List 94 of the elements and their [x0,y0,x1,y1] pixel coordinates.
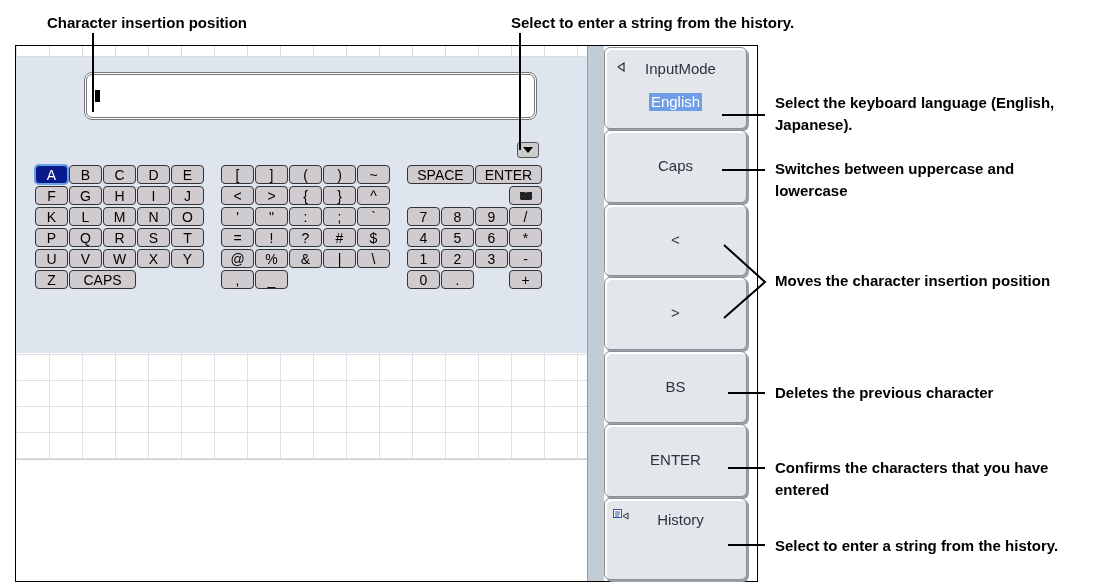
keyboard-key[interactable]: ' [221,207,254,226]
callout-label: Select to enter a string from the history. [511,13,795,33]
keyboard-key[interactable]: ( [289,165,322,184]
text-cursor [95,90,100,102]
keyboard-key[interactable]: ^ [357,186,390,205]
keyboard-key[interactable]: _ [255,270,288,289]
keyboard-key[interactable]: H [103,186,136,205]
softkey-button[interactable]: ENTER [604,424,747,497]
keyboard-key[interactable]: J [171,186,204,205]
keyboard-key[interactable]: I [137,186,170,205]
keyboard-key[interactable]: : [289,207,322,226]
keyboard-key[interactable]: P [35,228,68,247]
softkey-button[interactable]: > [604,277,747,350]
keyboard-key[interactable]: * [509,228,542,247]
keyboard-key[interactable]: . [441,270,474,289]
keyboard-key[interactable]: 1 [407,249,440,268]
keyboard-key[interactable]: 0 [407,270,440,289]
keyboard-key[interactable]: 6 [475,228,508,247]
keyboard-key[interactable]: ] [255,165,288,184]
keyboard-key[interactable]: ; [323,207,356,226]
keyboard-key[interactable]: % [255,249,288,268]
list-icon [613,508,629,521]
keyboard-key[interactable]: 3 [475,249,508,268]
keyboard-key[interactable]: CAPS [69,270,136,289]
keyboard-key[interactable]: F [35,186,68,205]
keyboard-key[interactable]: V [69,249,102,268]
keyboard-key[interactable]: { [289,186,322,205]
keyboard-key[interactable]: 4 [407,228,440,247]
keyboard-key[interactable]: O [171,207,204,226]
keyboard-key[interactable]: Z [35,270,68,289]
keyboard-key[interactable]: G [69,186,102,205]
keyboard-key[interactable]: T [171,228,204,247]
keyboard-key[interactable]: K [35,207,68,226]
keyboard-key[interactable]: Y [171,249,204,268]
keyboard-key[interactable]: } [323,186,356,205]
keyboard-key[interactable]: R [103,228,136,247]
keyboard-key[interactable]: $ [357,228,390,247]
keyboard-key[interactable]: > [255,186,288,205]
keyboard-key[interactable]: ? [289,228,322,247]
keyboard-key[interactable]: E [171,165,204,184]
keyboard-key[interactable]: D [137,165,170,184]
keyboard-key[interactable]: L [69,207,102,226]
softkey-button[interactable]: BS [604,350,747,424]
keyboard-key[interactable]: N [137,207,170,226]
keyboard-key[interactable]: # [323,228,356,247]
callout-label: Select to enter a string from the history. [775,536,1060,556]
keyboard-key[interactable]: - [509,249,542,268]
keyboard-key[interactable]: " [255,207,288,226]
softkey-button[interactable]: < [604,203,747,277]
keyboard-key[interactable]: C [103,165,136,184]
keyboard-key[interactable]: S [137,228,170,247]
language-value: English [648,92,703,111]
keyboard-key[interactable]: \ [357,249,390,268]
callout-label: Confirms the characters that you have entered [775,458,1050,500]
keyboard-key[interactable]: & [289,249,322,268]
keyboard-key[interactable]: A [35,165,68,184]
keyboard-key[interactable]: Q [69,228,102,247]
callout-label: Deletes the previous character [775,383,995,403]
keyboard-key[interactable]: M [103,207,136,226]
dropdown-button[interactable] [517,142,539,158]
callout-label: Moves the character insertion position [775,271,1052,291]
keyboard-key[interactable]: W [103,249,136,268]
text-input-field[interactable] [84,72,537,120]
keyboard-key[interactable]: B [69,165,102,184]
keyboard-key[interactable]: X [137,249,170,268]
keyboard-key[interactable]: [ [221,165,254,184]
keyboard-key[interactable]: U [35,249,68,268]
callout-label: Character insertion position [47,13,248,33]
callout-label: Switches between uppercase and lowercase [775,159,1016,201]
softkey-button[interactable]: InputMode English [604,47,747,130]
keyboard-key[interactable]: 2 [441,249,474,268]
keyboard-key[interactable]: 7 [407,207,440,226]
keyboard-key[interactable]: | [323,249,356,268]
keyboard-key[interactable]: ! [255,228,288,247]
callout-label: Select the keyboard language (English, Japanese). [775,93,1056,135]
softkey-button[interactable]: Caps [604,130,747,203]
keyboard-key[interactable]: 8 [441,207,474,226]
keyboard-key[interactable]: ~ [357,165,390,184]
keyboard-key[interactable]: 5 [441,228,474,247]
keyboard-key[interactable]: 9 [475,207,508,226]
keyboard-key[interactable]: + [509,270,542,289]
book-key[interactable] [509,186,542,205]
triangle-icon [617,62,625,72]
caret-icon [523,147,533,153]
keyboard-key[interactable]: / [509,207,542,226]
keyboard-key[interactable]: ` [357,207,390,226]
keyboard-key[interactable]: @ [221,249,254,268]
keyboard-key[interactable]: < [221,186,254,205]
keyboard-key[interactable]: , [221,270,254,289]
keyboard-key[interactable]: ENTER [475,165,542,184]
softkey-button[interactable]: History [604,497,747,580]
keyboard-key[interactable]: SPACE [407,165,474,184]
keyboard-key[interactable]: = [221,228,254,247]
keyboard-key[interactable]: ) [323,165,356,184]
